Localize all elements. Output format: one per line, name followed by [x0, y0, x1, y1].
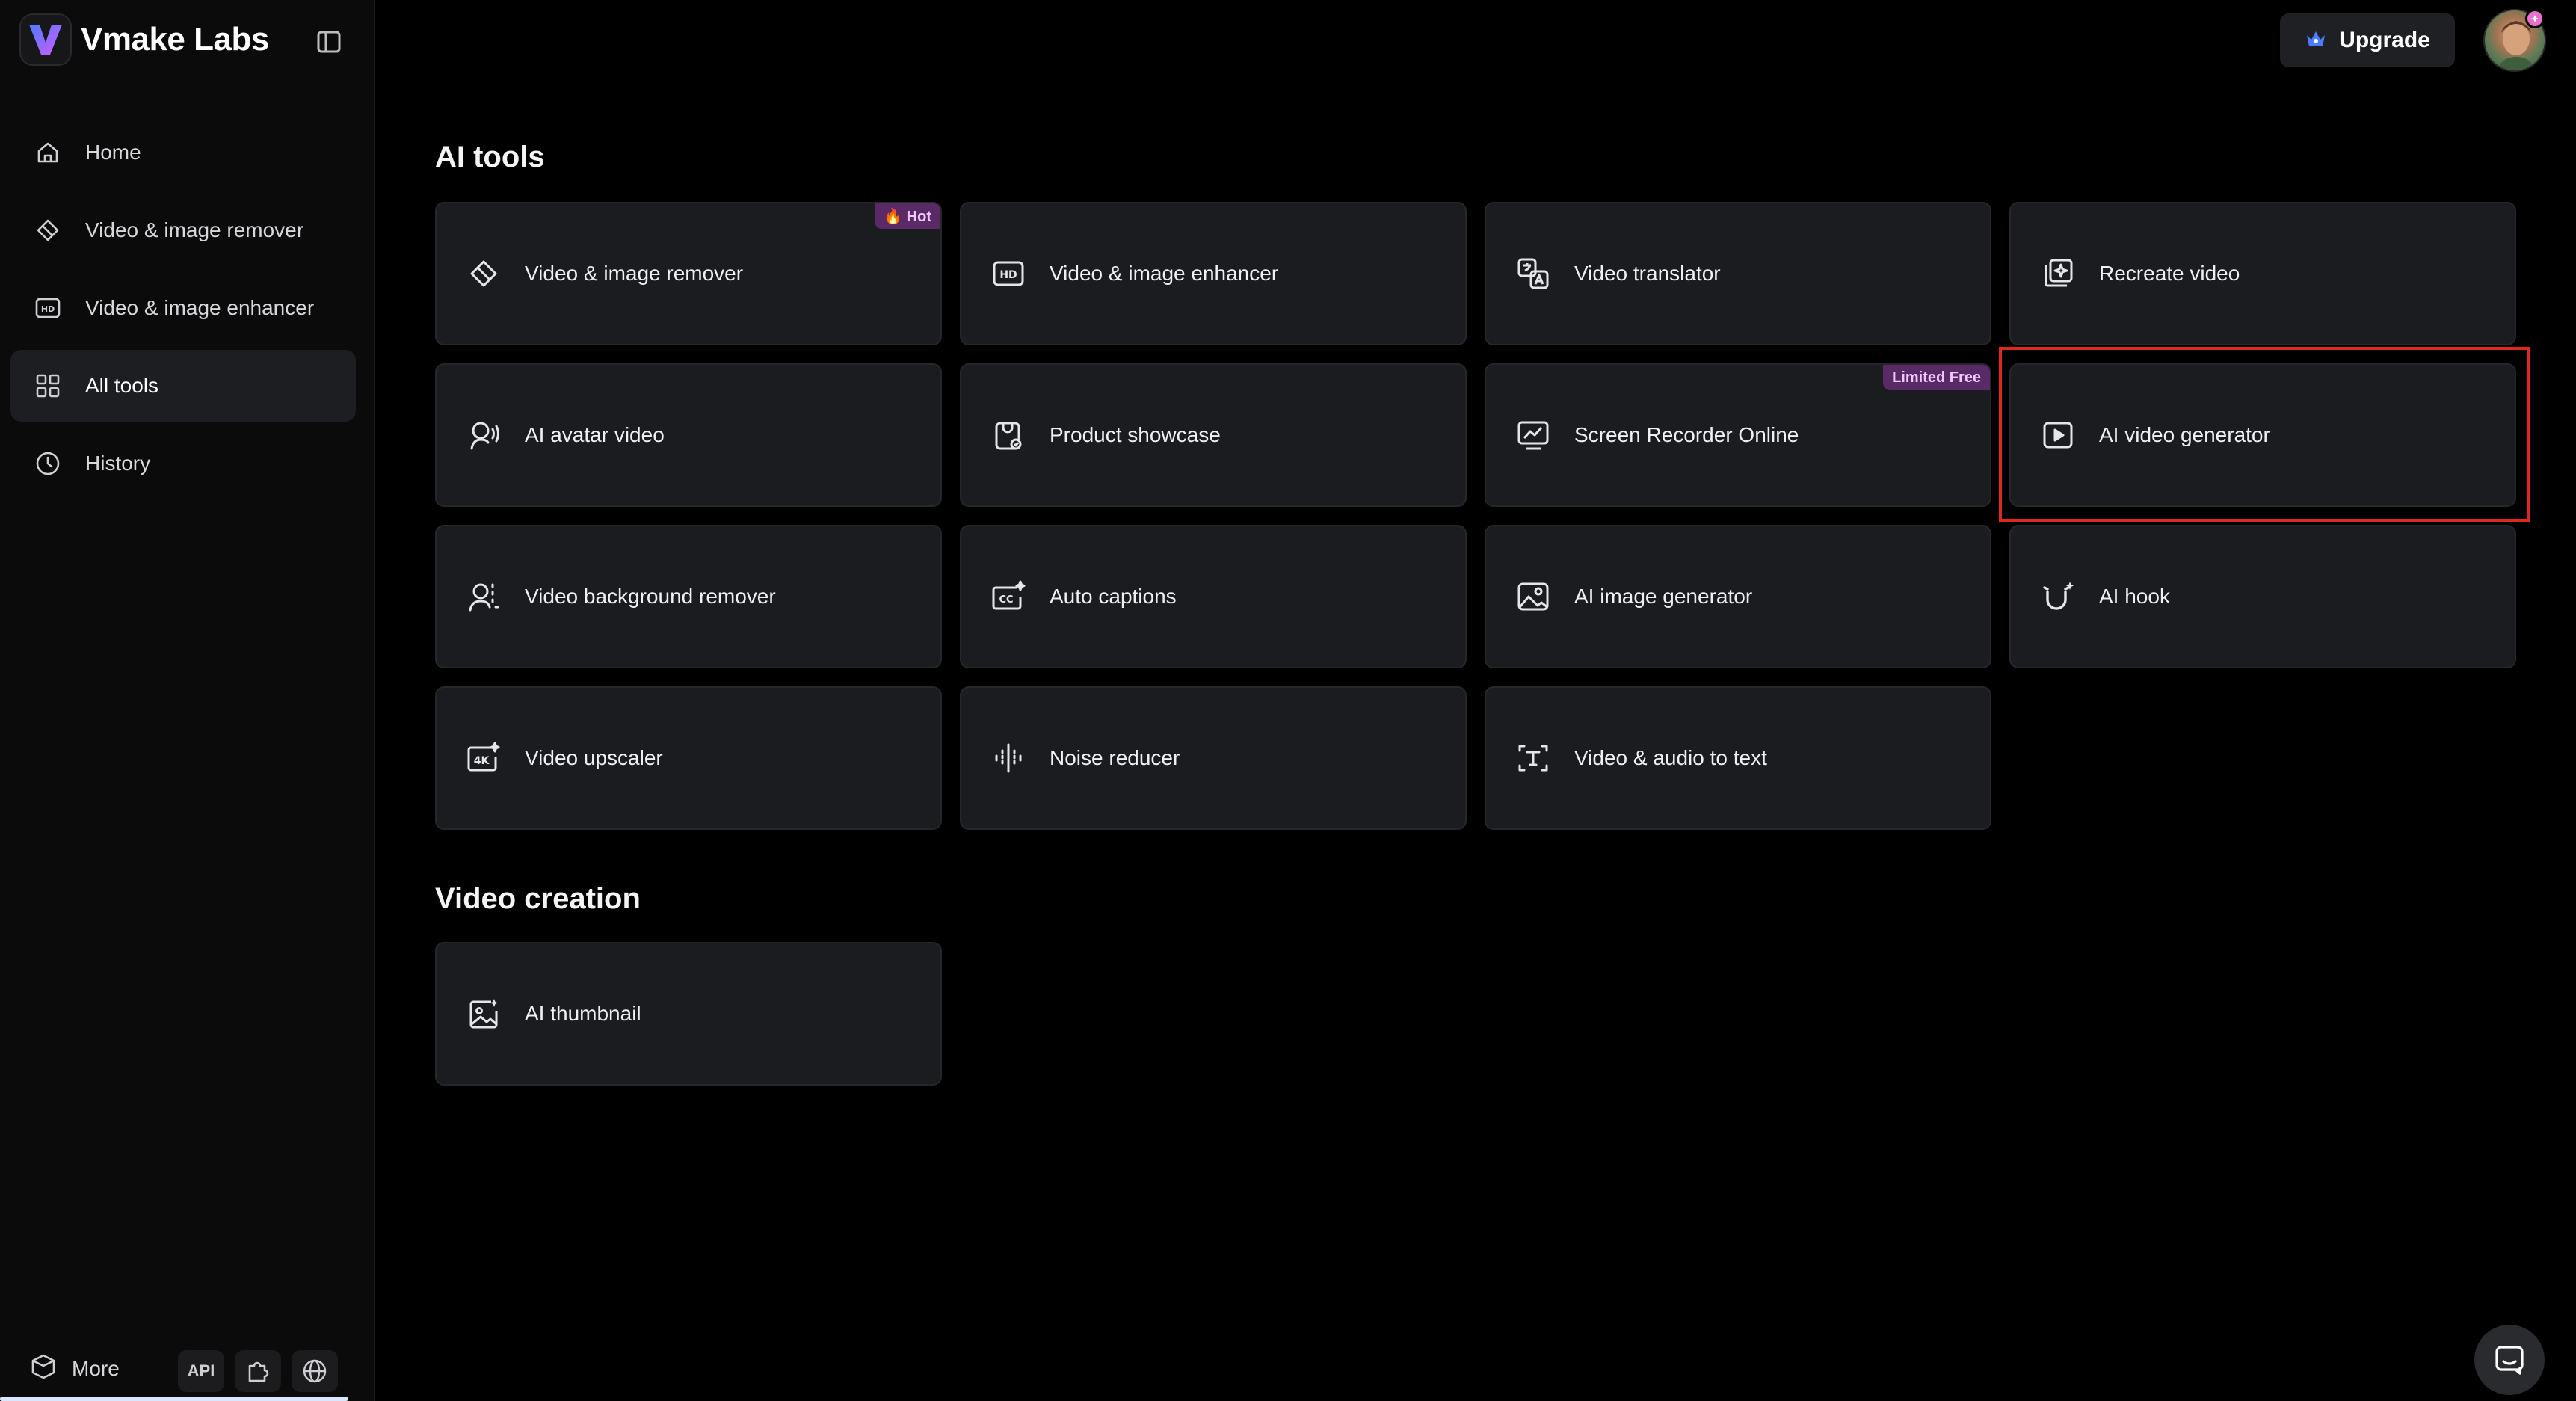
- sidebar-item-label: Home: [85, 141, 141, 164]
- tool-card-ai-image-generator[interactable]: AI image generator: [1485, 525, 1991, 668]
- tool-card-ai-avatar-video[interactable]: AI avatar video: [435, 363, 942, 507]
- product-icon: [990, 416, 1027, 454]
- sidebar-item-label: All tools: [85, 374, 159, 397]
- svg-text:HD: HD: [41, 304, 55, 314]
- hd-icon: HD: [990, 255, 1027, 292]
- eraser-icon: [33, 215, 63, 245]
- image-icon: [1515, 578, 1552, 615]
- limited-free-badge: Limited Free: [1883, 365, 1990, 390]
- app-root: Vmake Labs Home Video & image remover HD…: [0, 0, 2576, 1401]
- api-button[interactable]: API: [178, 1350, 224, 1392]
- person-cutout-icon: [465, 578, 502, 615]
- hot-badge: 🔥 Hot: [875, 203, 940, 229]
- tool-card-video-image-enhancer[interactable]: HD Video & image enhancer: [960, 202, 1467, 345]
- 4k-icon: 4K: [465, 739, 502, 777]
- chat-support-button[interactable]: [2474, 1325, 2545, 1395]
- tool-label: Video & audio to text: [1574, 746, 1767, 769]
- sidebar-item-enhancer[interactable]: HD Video & image enhancer: [10, 272, 356, 344]
- recreate-icon: [2039, 255, 2077, 292]
- sidebar-item-remover[interactable]: Video & image remover: [10, 194, 356, 266]
- sidebar-nav: Home Video & image remover HD Video & im…: [10, 117, 356, 505]
- notification-badge: [2525, 9, 2545, 28]
- crown-icon: [2305, 28, 2327, 54]
- section-title-ai-tools: AI tools: [435, 141, 545, 173]
- upgrade-button[interactable]: Upgrade: [2280, 13, 2455, 67]
- tool-card-ai-thumbnail[interactable]: AI thumbnail: [435, 942, 942, 1086]
- sidebar-footer: More API: [0, 1343, 375, 1401]
- brand-logo-icon: [19, 13, 72, 66]
- tool-label: AI hook: [2099, 585, 2170, 608]
- eraser-icon: [465, 255, 502, 292]
- brand[interactable]: Vmake Labs: [19, 13, 269, 66]
- brand-name: Vmake Labs: [81, 21, 269, 58]
- captions-icon: CC: [990, 578, 1027, 615]
- tool-label: AI thumbnail: [525, 1002, 641, 1025]
- tool-label: AI avatar video: [525, 423, 665, 446]
- plugin-icon[interactable]: [235, 1350, 281, 1392]
- avatar-voice-icon: [465, 416, 502, 454]
- tool-label: AI video generator: [2099, 423, 2270, 446]
- tool-card-auto-captions[interactable]: CC Auto captions: [960, 525, 1467, 668]
- tool-label: Noise reducer: [1050, 746, 1180, 769]
- hd-icon: HD: [33, 293, 63, 323]
- svg-text:HD: HD: [999, 269, 1017, 281]
- tool-label: Video upscaler: [525, 746, 663, 769]
- tool-label: Recreate video: [2099, 262, 2240, 285]
- sidebar-item-label: History: [85, 452, 151, 475]
- sidebar-item-all-tools[interactable]: All tools: [10, 350, 356, 422]
- thumbnail-icon: [465, 995, 502, 1032]
- translate-icon: [1515, 255, 1552, 292]
- sidebar-item-history[interactable]: History: [10, 428, 356, 499]
- sidebar-scroll-indicator: [0, 1397, 348, 1401]
- tool-label: Video & image enhancer: [1050, 262, 1279, 285]
- tool-label: Video translator: [1574, 262, 1721, 285]
- sidebar-item-label: Video & image remover: [85, 218, 304, 241]
- svg-text:CC: CC: [999, 594, 1013, 606]
- tool-card-video-translator[interactable]: Video translator: [1485, 202, 1991, 345]
- tool-card-video-upscaler[interactable]: 4K Video upscaler: [435, 686, 942, 830]
- sidebar-toggle-icon[interactable]: [314, 27, 344, 57]
- tool-card-noise-reducer[interactable]: Noise reducer: [960, 686, 1467, 830]
- sidebar: Vmake Labs Home Video & image remover HD…: [0, 0, 375, 1401]
- tool-label: Video background remover: [525, 585, 776, 608]
- tool-card-ai-video-generator[interactable]: AI video generator: [2009, 363, 2516, 507]
- tool-card-product-showcase[interactable]: Product showcase: [960, 363, 1467, 507]
- upgrade-label: Upgrade: [2339, 28, 2430, 52]
- grid-icon: [33, 371, 63, 401]
- home-icon: [33, 138, 63, 167]
- text-icon: [1515, 739, 1552, 777]
- tool-label: Auto captions: [1050, 585, 1177, 608]
- sidebar-item-label: Video & image enhancer: [85, 296, 315, 319]
- tool-card-video-image-remover[interactable]: Video & image remover 🔥 Hot: [435, 202, 942, 345]
- svg-text:4K: 4K: [474, 755, 490, 767]
- tool-card-ai-hook[interactable]: AI hook: [2009, 525, 2516, 668]
- cube-icon: [30, 1353, 57, 1384]
- tool-label: Screen Recorder Online: [1574, 423, 1799, 446]
- globe-icon[interactable]: [292, 1350, 338, 1392]
- sidebar-item-home[interactable]: Home: [10, 117, 356, 188]
- tool-card-screen-recorder-online[interactable]: Screen Recorder Online Limited Free: [1485, 363, 1991, 507]
- tool-label: Product showcase: [1050, 423, 1221, 446]
- clock-icon: [33, 449, 63, 478]
- tool-card-recreate-video[interactable]: Recreate video: [2009, 202, 2516, 345]
- section-title-video-creation: Video creation: [435, 882, 641, 915]
- waveform-icon: [990, 739, 1027, 777]
- more-label: More: [72, 1356, 120, 1380]
- chat-icon: [2495, 1346, 2524, 1375]
- api-label: API: [187, 1361, 215, 1380]
- tool-card-video-audio-to-text[interactable]: Video & audio to text: [1485, 686, 1991, 830]
- play-icon: [2039, 416, 2077, 454]
- tool-label: AI image generator: [1574, 585, 1753, 608]
- screen-recorder-icon: [1515, 416, 1552, 454]
- more-button[interactable]: More: [30, 1353, 120, 1384]
- magnet-icon: [2039, 578, 2077, 615]
- tool-card-video-background-remover[interactable]: Video background remover: [435, 525, 942, 668]
- tool-label: Video & image remover: [525, 262, 744, 285]
